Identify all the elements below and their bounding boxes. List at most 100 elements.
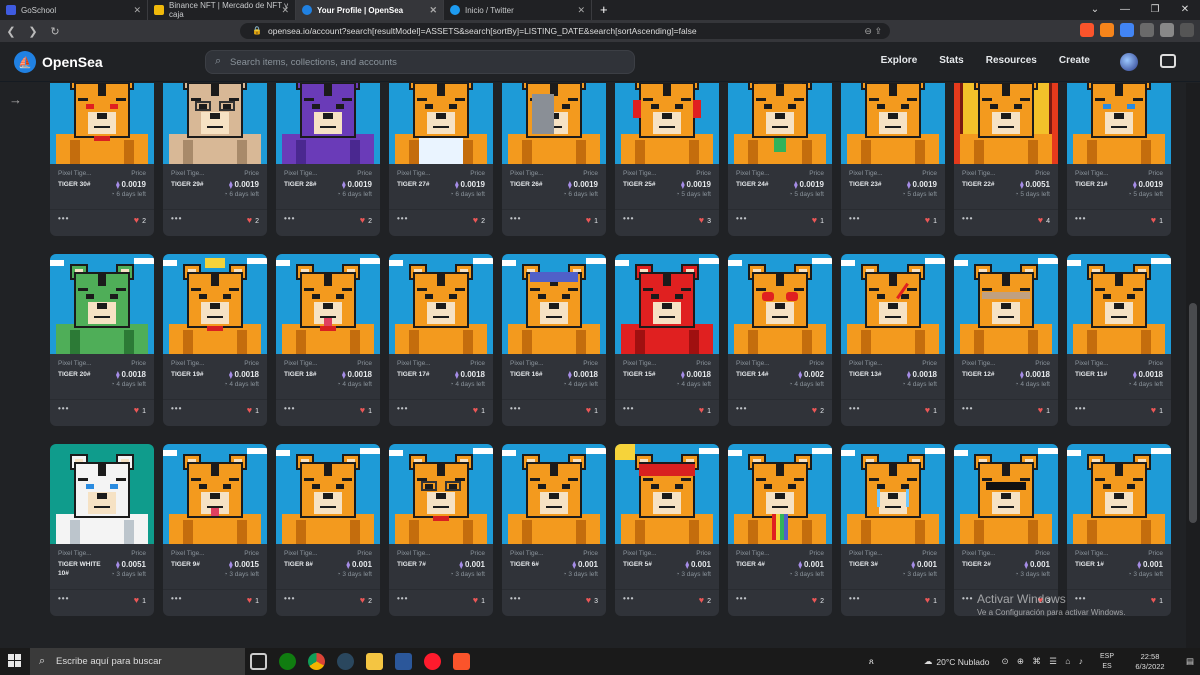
nav-explore[interactable]: Explore xyxy=(881,55,918,66)
metamask-icon[interactable] xyxy=(1100,23,1114,37)
nft-card[interactable]: Pixel Tige... TIGER 5# Price ⧫ 0.001 ◔ 3 days… xyxy=(615,444,719,616)
nft-image[interactable] xyxy=(276,444,380,544)
nft-card[interactable]: Pixel Tige... TIGER 13# Price ⧫ 0.0018 ◔ 4 da… xyxy=(841,254,945,426)
forward-icon[interactable]: ❯ xyxy=(22,25,44,38)
nft-card[interactable]: Pixel Tige... TIGER 11# Price ⧫ 0.0018 ◔ 4 da… xyxy=(1067,254,1171,426)
more-options-icon[interactable]: ••• xyxy=(736,594,747,603)
people-icon[interactable]: ጸ xyxy=(869,656,874,667)
more-options-icon[interactable]: ••• xyxy=(58,214,69,223)
favorite-button[interactable]: ♥ 1 xyxy=(247,595,259,605)
nft-image[interactable] xyxy=(389,83,493,164)
input-language[interactable]: ESP ES xyxy=(1094,652,1120,672)
nft-image[interactable] xyxy=(502,254,606,354)
nft-image[interactable] xyxy=(163,254,267,354)
close-icon[interactable]: ✕ xyxy=(133,5,141,16)
more-options-icon[interactable]: ••• xyxy=(510,404,521,413)
brave-shield-icon[interactable] xyxy=(1080,23,1094,37)
search-input[interactable] xyxy=(230,54,620,71)
puzzle-icon[interactable] xyxy=(1160,23,1174,37)
favorite-button[interactable]: ♥ 2 xyxy=(812,405,824,415)
more-options-icon[interactable]: ••• xyxy=(58,404,69,413)
browser-tab-twitter[interactable]: Inicio / Twitter ✕ xyxy=(444,0,592,20)
nft-image[interactable] xyxy=(841,444,945,544)
favorite-button[interactable]: ♥ 1 xyxy=(1151,215,1163,225)
more-options-icon[interactable]: ••• xyxy=(623,214,634,223)
more-options-icon[interactable]: ••• xyxy=(171,404,182,413)
more-options-icon[interactable]: ••• xyxy=(962,404,973,413)
nft-image[interactable] xyxy=(841,83,945,164)
nft-card[interactable]: Pixel Tige... TIGER 22# Price ⧫ 0.0051 ◔ 5 da… xyxy=(954,83,1058,236)
favorite-button[interactable]: ♥ 1 xyxy=(1151,595,1163,605)
search-box[interactable]: ⌕ xyxy=(205,50,635,74)
more-options-icon[interactable]: ••• xyxy=(623,404,634,413)
more-options-icon[interactable]: ••• xyxy=(397,594,408,603)
tray-icons[interactable]: ⊙ ⊕ ⌘ ☰ ⌂ ♪ xyxy=(1001,656,1086,667)
nft-image[interactable] xyxy=(276,254,380,354)
nft-image[interactable] xyxy=(728,254,832,354)
nft-image[interactable] xyxy=(389,444,493,544)
more-options-icon[interactable]: ••• xyxy=(397,214,408,223)
nft-image[interactable] xyxy=(50,83,154,164)
profile-avatar[interactable] xyxy=(1120,53,1138,71)
favorite-button[interactable]: ♥ 3 xyxy=(699,215,711,225)
taskbar-search[interactable]: ⌕ Escribe aquí para buscar xyxy=(30,648,245,675)
minimize-icon[interactable]: — xyxy=(1110,0,1140,20)
more-options-icon[interactable]: ••• xyxy=(171,214,182,223)
favorite-button[interactable]: ♥ 1 xyxy=(134,405,146,415)
task-view-icon[interactable] xyxy=(250,653,267,670)
browser-tab-binance[interactable]: Binance NFT | Mercado de NFT y caja ✕ xyxy=(148,0,296,20)
nft-image[interactable] xyxy=(50,254,154,354)
nft-card[interactable]: Pixel Tige... TIGER 12# Price ⧫ 0.0018 ◔ 4 da… xyxy=(954,254,1058,426)
nft-image[interactable] xyxy=(1067,254,1171,354)
more-options-icon[interactable]: ••• xyxy=(962,594,973,603)
more-options-icon[interactable]: ••• xyxy=(1075,404,1086,413)
favorite-button[interactable]: ♥ 1 xyxy=(1151,405,1163,415)
nft-card[interactable]: Pixel Tige... TIGER 21# Price ⧫ 0.0019 ◔ 5 da… xyxy=(1067,83,1171,236)
maximize-icon[interactable]: ❐ xyxy=(1140,0,1170,20)
nft-image[interactable] xyxy=(1067,83,1171,164)
favorite-button[interactable]: ♥ 1 xyxy=(586,215,598,225)
nft-image[interactable] xyxy=(50,444,154,544)
nft-card[interactable]: Pixel Tige... TIGER 9# Price ⧫ 0.0015 ◔ 3 day… xyxy=(163,444,267,616)
more-options-icon[interactable]: ••• xyxy=(510,214,521,223)
weather-text[interactable]: 20°C Nublado xyxy=(936,657,989,667)
nft-card[interactable]: Pixel Tige... TIGER 30# Price ⧫ 0.0019 ◔ 6 da… xyxy=(50,83,154,236)
close-icon[interactable]: ✕ xyxy=(281,5,289,16)
favorite-button[interactable]: ♥ 1 xyxy=(925,595,937,605)
nft-card[interactable]: Pixel Tige... TIGER 24# Price ⧫ 0.0019 ◔ 5 da… xyxy=(728,83,832,236)
favorite-button[interactable]: ♥ 4 xyxy=(1038,215,1050,225)
reload-icon[interactable]: ↻ xyxy=(44,25,66,38)
favorite-button[interactable]: ♥ 1 xyxy=(699,405,711,415)
more-options-icon[interactable]: ••• xyxy=(284,214,295,223)
file-explorer-icon[interactable] xyxy=(366,653,383,670)
favorite-button[interactable]: ♥ 1 xyxy=(360,405,372,415)
nft-image[interactable] xyxy=(615,254,719,354)
more-options-icon[interactable]: ••• xyxy=(1075,214,1086,223)
back-icon[interactable]: ❮ xyxy=(0,25,22,38)
nft-image[interactable] xyxy=(389,254,493,354)
favorite-button[interactable]: ♥ 2 xyxy=(247,215,259,225)
more-options-icon[interactable]: ••• xyxy=(284,404,295,413)
nft-card[interactable]: Pixel Tige... TIGER 16# Price ⧫ 0.0018 ◔ 4 da… xyxy=(502,254,606,426)
favorite-button[interactable]: ♥ 3 xyxy=(586,595,598,605)
nft-image[interactable] xyxy=(841,254,945,354)
nft-image[interactable] xyxy=(954,444,1058,544)
nft-card[interactable]: Pixel Tige... TIGER 20# Price ⧫ 0.0018 ◔ 4 da… xyxy=(50,254,154,426)
nft-image[interactable] xyxy=(615,83,719,164)
steam-icon[interactable] xyxy=(337,653,354,670)
nft-card[interactable]: Pixel Tige... TIGER 17# Price ⧫ 0.0018 ◔ 4 da… xyxy=(389,254,493,426)
nft-image[interactable] xyxy=(502,444,606,544)
favorite-button[interactable]: ♥ 2 xyxy=(360,215,372,225)
close-icon[interactable]: ✕ xyxy=(577,5,585,16)
nft-card[interactable]: Pixel Tige... TIGER 1# Price ⧫ 0.001 ◔ 3 days… xyxy=(1067,444,1171,616)
extension-icon[interactable] xyxy=(1140,23,1154,37)
more-options-icon[interactable]: ••• xyxy=(623,594,634,603)
url-field[interactable]: 🔒 opensea.io/account?search[resultModel]… xyxy=(240,23,890,39)
nft-card[interactable]: Pixel Tige... TIGER 6# Price ⧫ 0.001 ◔ 3 days… xyxy=(502,444,606,616)
wallet-icon[interactable] xyxy=(1160,54,1176,68)
nft-image[interactable] xyxy=(1067,444,1171,544)
word-icon[interactable] xyxy=(395,653,412,670)
dropdown-icon[interactable]: ⌄ xyxy=(1080,0,1110,20)
more-options-icon[interactable]: ••• xyxy=(849,214,860,223)
nft-image[interactable] xyxy=(163,83,267,164)
